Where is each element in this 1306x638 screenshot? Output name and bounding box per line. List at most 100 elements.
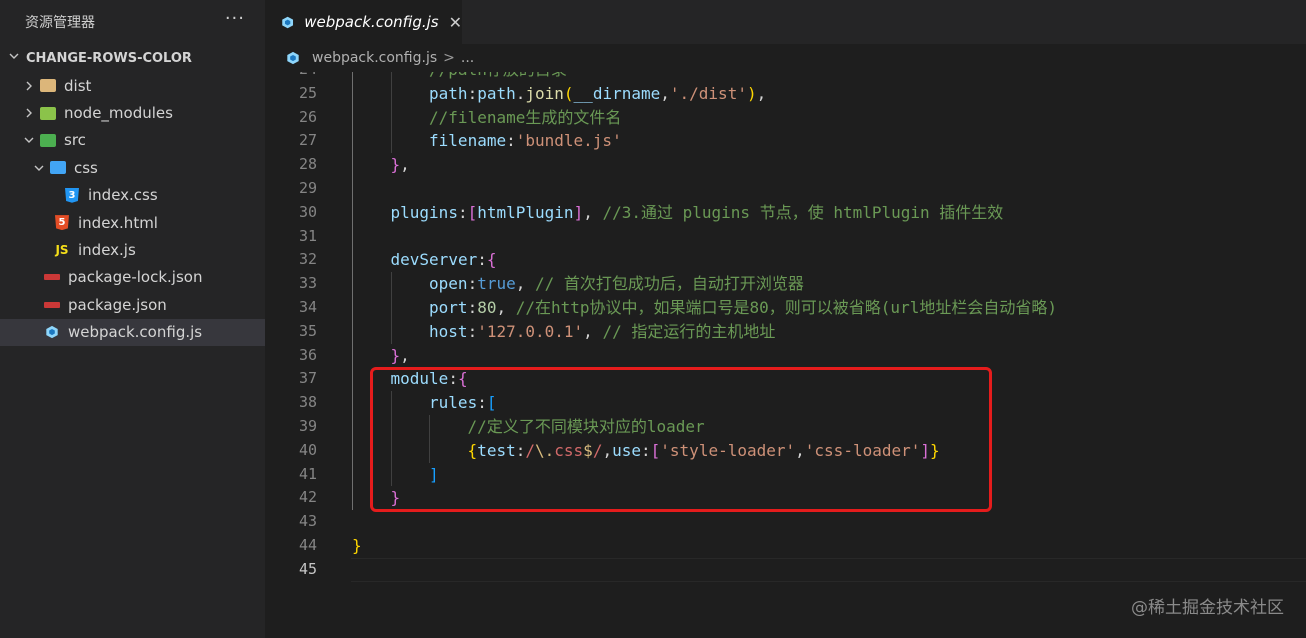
code-token: filename bbox=[429, 131, 507, 151]
breadcrumb-file[interactable]: webpack.config.js bbox=[312, 50, 437, 66]
chevron-down-icon bbox=[19, 134, 39, 146]
breadcrumb: webpack.config.js > ... bbox=[265, 44, 1306, 72]
code-line[interactable]: 31 bbox=[265, 225, 1306, 249]
indent-guide bbox=[390, 391, 392, 487]
tree-item-src[interactable]: src bbox=[0, 127, 265, 154]
code-token: path bbox=[477, 83, 516, 103]
code-line[interactable]: 45 bbox=[265, 557, 1306, 582]
tree-item-index-css[interactable]: 3 index.css bbox=[0, 182, 265, 209]
tree-item-label: node_modules bbox=[64, 104, 173, 123]
code-line[interactable]: 29 bbox=[265, 177, 1306, 201]
more-actions-icon[interactable]: ··· bbox=[225, 8, 245, 29]
code-token: : bbox=[467, 274, 478, 294]
code-token: ) bbox=[746, 83, 757, 103]
tab-webpack-config-js[interactable]: webpack.config.js ✕ bbox=[265, 0, 462, 44]
indent-guide bbox=[390, 272, 392, 344]
line-text: host:'127.0.0.1', // 指定运行的主机地址 bbox=[429, 320, 775, 344]
tree-item-css[interactable]: css bbox=[0, 154, 265, 181]
code-line[interactable]: 41] bbox=[265, 463, 1306, 487]
code-line[interactable]: 27 filename:'bundle.js' bbox=[265, 129, 1306, 153]
code-token: : bbox=[506, 131, 516, 151]
code-line[interactable]: 30 plugins:[htmlPlugin], //3.通过 plugins 节… bbox=[265, 201, 1306, 225]
tree-item-package-lock-json[interactable]: package-lock.json bbox=[0, 264, 265, 291]
code-line[interactable]: 26 //filename生成的文件名 bbox=[265, 106, 1306, 130]
line-number: 40 bbox=[298, 440, 317, 459]
line-number: 30 bbox=[298, 202, 317, 221]
code-token: '127.0.0.1' bbox=[477, 321, 584, 341]
tree-item-webpack-config-js[interactable]: webpack.config.js bbox=[0, 318, 265, 346]
tree-item-label: index.html bbox=[78, 213, 158, 232]
code-editor[interactable]: 24//path存放的目录25 path:path.join(__dirname,… bbox=[265, 72, 1306, 638]
tree-item-index-js[interactable]: JS index.js bbox=[0, 236, 265, 263]
line-text: plugins:[htmlPlugin], //3.通过 plugins 节点，… bbox=[391, 201, 1004, 225]
code-token: / bbox=[525, 440, 535, 460]
explorer-title: 资源管理器 ··· bbox=[0, 0, 265, 44]
code-token: : bbox=[641, 440, 651, 460]
code-token: //在http协议中，如果端口号是80，则可以被省略(url地址栏会自动省略) bbox=[515, 297, 1057, 317]
line-text: }, bbox=[391, 344, 410, 368]
code-token: devServer bbox=[390, 250, 478, 270]
project-folder-header[interactable]: CHANGE-ROWS-COLOR bbox=[0, 44, 265, 72]
code-line[interactable]: 25 path:path.join(__dirname,'./dist'), bbox=[265, 82, 1306, 106]
line-text: filename:'bundle.js' bbox=[429, 129, 622, 153]
javascript-icon: JS bbox=[55, 243, 69, 258]
code-line[interactable]: 42} bbox=[265, 486, 1306, 510]
line-number: 34 bbox=[298, 297, 317, 316]
code-token: ( bbox=[563, 83, 574, 103]
webpack-icon bbox=[43, 324, 61, 340]
code-token: , bbox=[660, 83, 670, 103]
code-token: } bbox=[390, 345, 401, 365]
tree-item-package-json[interactable]: package.json bbox=[0, 291, 265, 318]
code-line[interactable]: 38 rules:[ bbox=[265, 391, 1306, 415]
tree-item-node-modules[interactable]: node_modules bbox=[0, 99, 265, 126]
code-token: module bbox=[390, 369, 449, 389]
code-token: { bbox=[467, 440, 478, 460]
chevron-right-icon bbox=[19, 80, 39, 92]
code-token: htmlPlugin bbox=[477, 202, 574, 222]
tree-item-index-html[interactable]: 5 index.html bbox=[0, 209, 265, 236]
code-token: } bbox=[352, 535, 362, 555]
code-line[interactable]: 44} bbox=[265, 534, 1306, 558]
code-token: \. bbox=[535, 440, 555, 460]
code-line[interactable]: 40 {test:/\.css$/,use:['style-loader','cs… bbox=[265, 439, 1306, 463]
code-line[interactable]: 34 port:80, //在http协议中，如果端口号是80，则可以被省略(ur… bbox=[265, 296, 1306, 320]
line-number: 37 bbox=[298, 369, 317, 388]
line-text: path:path.join(__dirname,'./dist'), bbox=[429, 82, 766, 106]
breadcrumb-more[interactable]: ... bbox=[461, 50, 474, 66]
indent-guide bbox=[390, 72, 392, 154]
code-token: } bbox=[390, 155, 401, 175]
code-token: //定义了不同模块对应的loader bbox=[467, 416, 705, 436]
line-number: 33 bbox=[298, 274, 317, 293]
code-line[interactable]: 39 //定义了不同模块对应的loader bbox=[265, 415, 1306, 439]
line-text: } bbox=[352, 534, 362, 558]
code-token: : bbox=[467, 321, 478, 341]
code-token: : bbox=[515, 440, 526, 460]
line-number: 41 bbox=[298, 464, 317, 483]
line-text: port:80, //在http协议中，如果端口号是80，则可以被省略(url地… bbox=[429, 296, 1057, 320]
tree-item-dist[interactable]: dist bbox=[0, 72, 265, 99]
code-token: path bbox=[429, 83, 468, 103]
line-text: //filename生成的文件名 bbox=[429, 106, 621, 130]
code-line[interactable]: 43 bbox=[265, 510, 1306, 534]
code-token: : bbox=[467, 83, 478, 103]
code-token: // 指定运行的主机地址 bbox=[602, 321, 776, 341]
code-token: true bbox=[477, 274, 516, 294]
code-line[interactable]: 24 //path存放的目录 bbox=[265, 72, 1306, 82]
line-text: open:true, // 首次打包成功后，自动打开浏览器 bbox=[429, 272, 804, 296]
code-token: , bbox=[602, 440, 613, 460]
code-line[interactable]: 32 devServer:{ bbox=[265, 248, 1306, 272]
line-number: 45 bbox=[298, 559, 317, 578]
breadcrumb-separator: > bbox=[443, 50, 455, 66]
code-line[interactable]: 36}, bbox=[265, 344, 1306, 368]
code-line[interactable]: 37 module:{ bbox=[265, 367, 1306, 391]
code-line[interactable]: 33 open:true, // 首次打包成功后，自动打开浏览器 bbox=[265, 272, 1306, 296]
tree-item-label: webpack.config.js bbox=[68, 323, 203, 342]
code-line[interactable]: 35 host:'127.0.0.1', // 指定运行的主机地址 bbox=[265, 320, 1306, 344]
line-text: //path存放的目录 bbox=[429, 72, 567, 82]
close-icon[interactable]: ✕ bbox=[449, 13, 462, 32]
code-token: { bbox=[486, 250, 497, 270]
line-number: 25 bbox=[298, 83, 317, 102]
code-token: , bbox=[583, 202, 603, 222]
code-line[interactable]: 28}, bbox=[265, 153, 1306, 177]
code-token: { bbox=[457, 369, 468, 389]
